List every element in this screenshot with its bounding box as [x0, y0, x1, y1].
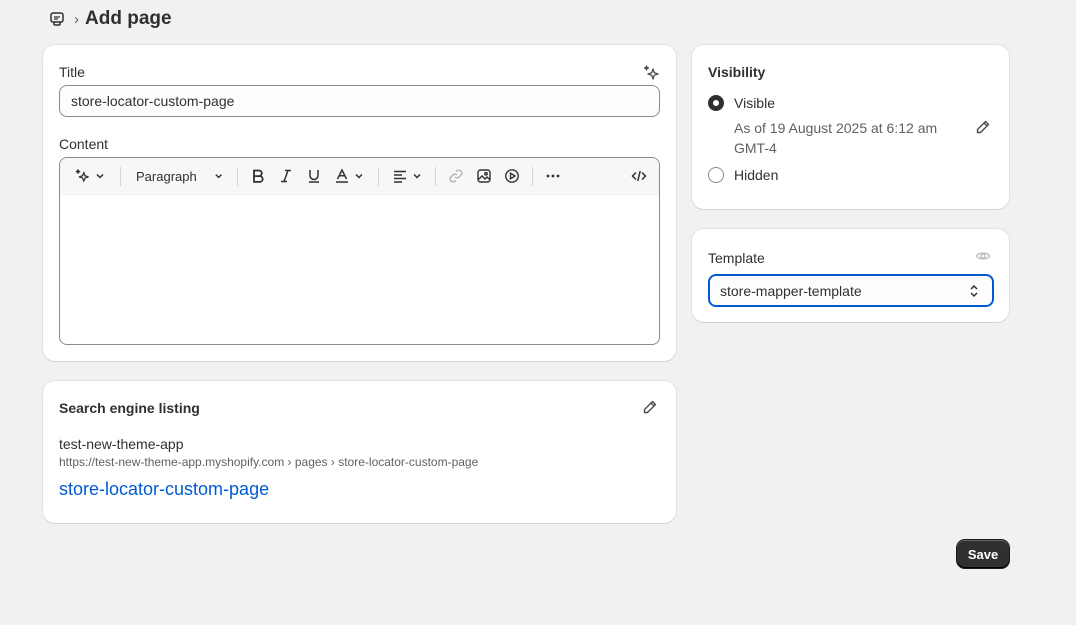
visible-radio[interactable]	[708, 95, 724, 111]
code-icon[interactable]	[629, 166, 649, 186]
hidden-radio[interactable]	[708, 167, 724, 183]
template-selected-value: store-mapper-template	[720, 282, 862, 299]
eye-icon[interactable]	[975, 248, 991, 264]
visibility-card: Visibility Visible As of 19 August 2025 …	[692, 45, 1009, 209]
align-button[interactable]	[390, 166, 424, 186]
search-engine-listing-card: Search engine listing test-new-theme-app…	[43, 381, 676, 523]
pencil-icon[interactable]	[642, 399, 658, 415]
chevron-down-icon	[412, 173, 421, 179]
paragraph-format-select[interactable]: Paragraph	[136, 166, 224, 186]
visibility-option-hidden[interactable]: Hidden	[708, 167, 778, 183]
template-select[interactable]: store-mapper-template	[708, 274, 994, 307]
seo-store-name: test-new-theme-app	[59, 436, 184, 452]
hidden-label: Hidden	[734, 167, 779, 183]
seo-title: Search engine listing	[59, 400, 200, 416]
page-details-card: Title store-locator-custom-page Content	[43, 45, 676, 361]
toolbar-divider	[435, 167, 436, 186]
video-icon[interactable]	[502, 166, 522, 186]
page-header: › Add page	[49, 6, 172, 32]
chevron-down-icon	[215, 174, 222, 179]
content-editor-body[interactable]	[60, 195, 659, 344]
title-label: Title	[59, 64, 85, 80]
template-card: Template store-mapper-template	[692, 229, 1009, 322]
template-label: Template	[708, 250, 765, 266]
pencil-icon[interactable]	[975, 119, 991, 135]
page-title: Add page	[85, 8, 172, 29]
content-editor: Paragraph	[59, 157, 660, 345]
toolbar-divider	[237, 167, 238, 186]
breadcrumb-separator-icon: ›	[74, 10, 79, 28]
text-color-icon	[335, 168, 348, 183]
link-icon[interactable]	[446, 166, 466, 186]
toolbar-divider	[378, 167, 379, 186]
select-arrows-icon	[968, 284, 980, 298]
pages-icon[interactable]	[49, 11, 65, 27]
chevron-down-icon	[354, 173, 363, 179]
content-label: Content	[59, 136, 109, 152]
visibility-title: Visibility	[708, 64, 766, 80]
image-icon[interactable]	[474, 166, 494, 186]
bold-icon[interactable]	[248, 166, 268, 186]
chevron-down-icon	[96, 173, 104, 179]
magic-dropdown-button[interactable]	[72, 166, 108, 186]
italic-icon[interactable]	[276, 166, 296, 186]
align-icon	[393, 170, 406, 183]
more-icon[interactable]	[543, 166, 563, 186]
paragraph-label: Paragraph	[136, 168, 197, 184]
editor-toolbar: Paragraph	[60, 158, 659, 195]
visibility-option-visible[interactable]: Visible	[708, 95, 775, 111]
underline-icon[interactable]	[304, 166, 324, 186]
seo-url: https://test-new-theme-app.myshopify.com…	[59, 455, 479, 469]
seo-link-title: store-locator-custom-page	[59, 479, 270, 499]
toolbar-divider	[532, 167, 533, 186]
title-input[interactable]: store-locator-custom-page	[59, 85, 660, 117]
visible-label: Visible	[734, 95, 775, 111]
visibility-date: As of 19 August 2025 at 6:12 am GMT-4	[734, 120, 938, 156]
text-color-button[interactable]	[332, 166, 366, 186]
page: › Add page Title store-locator-custom-pa…	[0, 0, 1076, 625]
toolbar-divider	[120, 167, 121, 186]
magic-sparkle-icon[interactable]	[642, 64, 660, 82]
save-button[interactable]: Save	[957, 540, 1009, 568]
